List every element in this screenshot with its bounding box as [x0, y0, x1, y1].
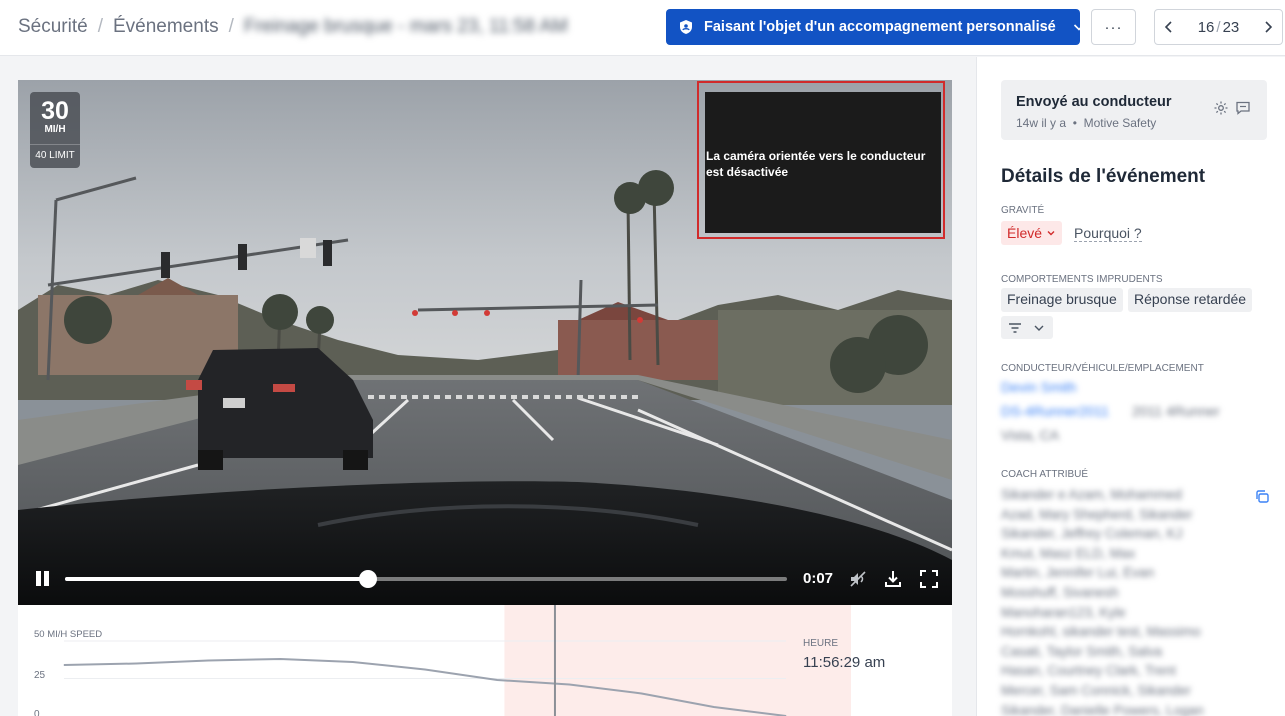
video-current-time: 0:07 [803, 570, 834, 587]
speed-chart[interactable]: 50 MI/H SPEED 25 0 HEURE 11:56:29 am [18, 605, 952, 716]
filter-icon [1009, 323, 1021, 333]
speed-limit: 40 LIMIT [30, 144, 80, 161]
sent-to-driver-title: Envoyé au conducteur [1016, 94, 1172, 110]
more-options-button[interactable]: ··· [1091, 9, 1136, 45]
coach-list-line: Kmut, Masz ELD, Max [1001, 545, 1136, 561]
coaching-status-label: Faisant l'objet d'un accompagnement pers… [704, 19, 1056, 35]
coach-list-line: Sikander, Danielle Powers, Logan [1001, 702, 1204, 716]
comment-icon[interactable] [1235, 100, 1251, 116]
breadcrumb-event-title: Freinage brusque - mars 23, 11:58 AM [243, 16, 568, 37]
pause-icon [44, 571, 49, 586]
coach-list-line: Hasan, Courtney Clark, Trent [1001, 663, 1176, 679]
speed-unit: MI/H [44, 124, 66, 135]
speed-data-point [568, 684, 570, 685]
coach-list-line: Mosshuff, Sivanesh [1001, 584, 1119, 600]
pager-total: 23 [1222, 18, 1240, 36]
coach-list-line: Martin, Jennifer Lui, Evan [1001, 565, 1155, 581]
sent-card-actions [1213, 100, 1251, 116]
assigned-coach-list: Sikander e Azam, Mohammed Azad, Mary She… [1001, 485, 1221, 716]
severity-why-link[interactable]: Pourquoi ? [1074, 225, 1142, 242]
speed-data-point [713, 706, 715, 708]
time-readout-label: HEURE [803, 638, 839, 649]
y-tick-25: 25 [34, 670, 46, 681]
event-location: Vista, CA [1001, 427, 1060, 443]
coach-list-line: Manoharan123, Kyle [1001, 604, 1126, 620]
breadcrumb-safety[interactable]: Sécurité [18, 16, 88, 38]
shield-icon [680, 20, 692, 34]
speed-data-point [424, 669, 426, 670]
coach-list-line: Azad, Mary Shepherd, Sikander [1001, 506, 1193, 522]
chevron-down-icon [1047, 231, 1055, 236]
event-details-panel: Envoyé au conducteur 14w il y a • Motive… [976, 57, 1285, 716]
chevron-right-icon[interactable] [1260, 19, 1276, 35]
driver-name-link[interactable]: Devin Smith [1001, 379, 1076, 395]
coach-list-line: Casati, Taylor Smith, Salva [1001, 643, 1163, 659]
event-video-player[interactable]: 30 MI/H 40 LIMIT La caméra orientée vers… [18, 80, 952, 605]
sent-by: Motive Safety [1083, 116, 1157, 130]
speed-data-point [135, 663, 137, 664]
behavior-filter-dropdown[interactable] [1001, 316, 1053, 339]
speed-data-point [280, 658, 282, 660]
chevron-down-icon [1034, 325, 1044, 331]
time-readout-value: 11:56:29 am [803, 654, 886, 671]
pause-button[interactable] [34, 571, 50, 587]
sent-to-driver-card: Envoyé au conducteur 14w il y a • Motive… [1001, 80, 1267, 140]
behavior-tag-delayed-response: Réponse retardée [1128, 288, 1253, 312]
speed-data-point [207, 660, 209, 661]
pager-count: 16 / 23 [1198, 19, 1240, 36]
pause-icon [36, 571, 41, 586]
event-pager: 16 / 23 [1154, 9, 1283, 45]
driver-camera-disabled-message: La caméra orientée vers le conducteur es… [705, 92, 941, 233]
download-icon[interactable] [883, 569, 903, 589]
severity-label: GRAVITÉ [1001, 205, 1045, 216]
top-header: Sécurité / Événements / Freinage brusque… [0, 0, 1285, 56]
sent-time-ago: 14w il y a [1016, 116, 1067, 130]
speed-data-point [352, 661, 354, 663]
video-progress-fill [65, 577, 369, 581]
breadcrumb-events[interactable]: Événements [113, 16, 219, 38]
coach-list-line: Mercer, Sam Connick, Sikander [1001, 682, 1191, 698]
speed-indicator: 30 MI/H 40 LIMIT [30, 92, 80, 168]
coach-list-line: Sikander e Azam, Mohammed [1001, 487, 1182, 502]
speed-data-point [641, 693, 643, 694]
video-progress-bar[interactable] [65, 570, 787, 588]
pager-current: 16 [1197, 18, 1215, 36]
coach-list-line: Hornkohl, sikander test, Massimo [1001, 624, 1201, 640]
vehicle-model: 2011 4Runner [1132, 403, 1220, 419]
speed-data-point [496, 679, 498, 681]
speed-data-point [63, 664, 65, 666]
speed-axis-title: 50 MI/H SPEED [34, 629, 103, 640]
behaviors-label: COMPORTEMENTS IMPRUDENTS [1001, 274, 1163, 285]
event-details-title: Détails de l'événement [1001, 166, 1206, 187]
breadcrumb: Sécurité / Événements / Freinage brusque… [18, 16, 568, 38]
breadcrumb-separator: / [97, 16, 103, 37]
behavior-tag-hard-braking: Freinage brusque [1001, 288, 1123, 312]
fullscreen-icon[interactable] [919, 569, 939, 589]
meta-separator: • [1072, 116, 1077, 130]
coaching-status-dropdown[interactable]: Faisant l'objet d'un accompagnement pers… [666, 9, 1084, 45]
driver-vehicle-location-label: CONDUCTEUR/VÉHICULE/EMPLACEMENT [1001, 363, 1204, 374]
vehicle-link[interactable]: DS-4Runner2011 [1001, 403, 1109, 419]
driver-camera-overlay: La caméra orientée vers le conducteur es… [697, 81, 945, 239]
pager-slash: / [1216, 18, 1221, 36]
copy-icon[interactable] [1254, 489, 1270, 505]
assigned-coach-label: COACH ATTRIBUÉ [1001, 469, 1089, 480]
y-tick-0: 0 [34, 709, 40, 716]
severity-dropdown[interactable]: Élevé [1001, 221, 1063, 245]
chevron-down-icon [1073, 24, 1084, 31]
breadcrumb-separator: / [228, 16, 234, 37]
video-controls: 0:07 [18, 553, 952, 605]
speed-value: 30 [41, 97, 69, 125]
coach-list-line: Sikander, Jeffrey Coleman, KJ [1001, 526, 1183, 542]
gear-icon[interactable] [1213, 100, 1229, 116]
severity-value: Élevé [1007, 225, 1043, 241]
video-scrubber-handle[interactable] [359, 570, 378, 588]
audio-muted-icon[interactable] [848, 569, 868, 589]
chevron-left-icon[interactable] [1161, 19, 1177, 35]
sent-to-driver-meta: 14w il y a • Motive Safety [1016, 116, 1156, 130]
